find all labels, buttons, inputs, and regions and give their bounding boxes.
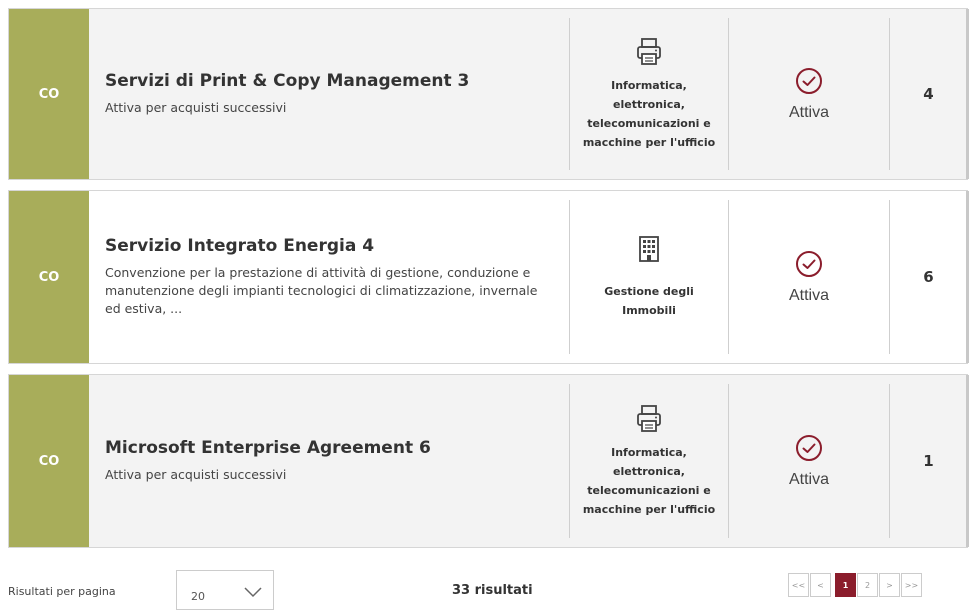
printer-icon	[636, 404, 662, 439]
type-tag: CO	[9, 191, 89, 363]
total-results: 33 risultati	[452, 583, 533, 598]
card-title[interactable]: Servizio Integrato Energia 4	[105, 236, 553, 256]
printer-icon	[636, 37, 662, 72]
page-1-button[interactable]: 1	[835, 573, 856, 597]
check-circle-icon	[795, 67, 823, 100]
results-per-page-value: 20	[191, 590, 205, 603]
next-page-button[interactable]: >	[879, 573, 900, 597]
prev-page-button[interactable]: <	[810, 573, 831, 597]
count: 6	[923, 268, 934, 286]
type-tag: CO	[9, 9, 89, 179]
category-label: Gestione degli Immobili	[604, 284, 694, 317]
category-label: Informatica, elettronica, telecomunicazi…	[582, 78, 716, 149]
card-description: Attiva per acquisti successivi	[105, 100, 287, 115]
result-card[interactable]: CO Microsoft Enterprise Agreement 6 Atti…	[8, 374, 969, 548]
category: Gestione degli Immobili	[570, 191, 728, 363]
result-card[interactable]: CO Servizi di Print & Copy Management 3 …	[8, 8, 969, 180]
chevron-down-icon	[243, 585, 263, 603]
check-circle-icon	[795, 250, 823, 283]
status: Attiva	[729, 191, 889, 363]
status: Attiva	[729, 9, 889, 179]
card-edge	[966, 9, 969, 179]
card-title[interactable]: Servizi di Print & Copy Management 3	[105, 71, 553, 91]
type-tag: CO	[9, 375, 89, 547]
status: Attiva	[729, 375, 889, 547]
card-description: Convenzione per la prestazione di attivi…	[105, 265, 538, 316]
count: 1	[923, 452, 934, 470]
card-edge	[966, 375, 969, 547]
card-info: Microsoft Enterprise Agreement 6 Attiva …	[89, 375, 569, 547]
building-icon	[638, 235, 660, 268]
last-page-button[interactable]: >>	[901, 573, 922, 597]
status-label: Attiva	[788, 470, 829, 488]
results-per-page-label: Risultati per pagina	[8, 585, 116, 598]
category: Informatica, elettronica, telecomunicazi…	[570, 9, 728, 179]
pagination: << < 1 2 > >>	[788, 573, 923, 597]
count: 4	[923, 85, 934, 103]
card-description: Attiva per acquisti successivi	[105, 467, 287, 482]
status-label: Attiva	[788, 103, 829, 121]
card-info: Servizio Integrato Energia 4 Convenzione…	[89, 191, 569, 363]
check-circle-icon	[795, 434, 823, 467]
card-edge	[966, 191, 969, 363]
results-per-page-select[interactable]: 20	[176, 570, 274, 610]
status-label: Attiva	[788, 286, 829, 304]
card-info: Servizi di Print & Copy Management 3 Att…	[89, 9, 569, 179]
result-card[interactable]: CO Servizio Integrato Energia 4 Convenzi…	[8, 190, 969, 364]
card-title[interactable]: Microsoft Enterprise Agreement 6	[105, 438, 553, 458]
results-footer: Risultati per pagina 20 33 risultati << …	[0, 560, 973, 610]
page-2-button[interactable]: 2	[857, 573, 878, 597]
category-label: Informatica, elettronica, telecomunicazi…	[582, 445, 716, 516]
first-page-button[interactable]: <<	[788, 573, 809, 597]
category: Informatica, elettronica, telecomunicazi…	[570, 375, 728, 547]
